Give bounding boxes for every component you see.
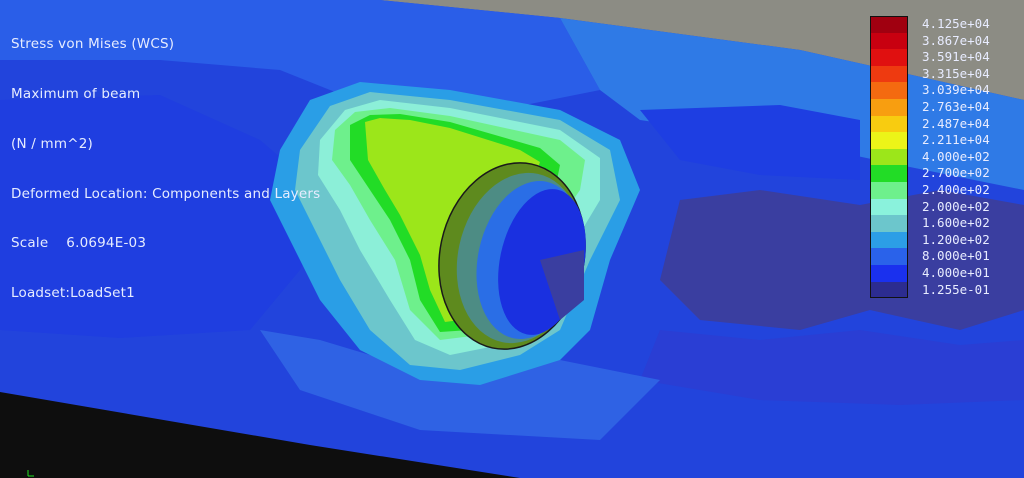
- result-units: (N / mm^2): [11, 135, 93, 152]
- legend-label: 2.400e+02: [922, 182, 990, 197]
- legend-swatch: [870, 132, 908, 149]
- legend-label: 8.000e+01: [922, 248, 990, 264]
- result-title: Stress von Mises (WCS): [11, 36, 175, 53]
- result-loadset: Loadset:LoadSet1: [11, 285, 135, 302]
- legend-swatch: [870, 32, 908, 50]
- legend-label: 2.700e+02: [922, 165, 990, 181]
- legend-label: 2.487e+04: [922, 115, 990, 131]
- legend-label: 2.000e+02: [922, 198, 990, 214]
- result-info-panel: Stress von Mises (WCS) Maximum of beam (…: [11, 3, 320, 335]
- legend-swatch: [870, 231, 908, 249]
- result-location: Deformed Location: Components and Layers: [11, 185, 321, 202]
- legend-swatch: [870, 265, 908, 282]
- legend-swatch: [870, 148, 908, 166]
- legend-label: 2.211e+04: [922, 132, 990, 148]
- legend-swatch: [870, 248, 908, 265]
- legend-label: 4.125e+04: [922, 16, 990, 31]
- legend-swatch: [870, 99, 908, 116]
- fem-result-viewport[interactable]: Stress von Mises (WCS) Maximum of beam (…: [0, 0, 1024, 478]
- result-scale: Scale 6.0694E-03: [11, 235, 147, 252]
- legend-swatch: [870, 65, 908, 83]
- legend-swatch: [870, 49, 908, 66]
- legend-label: 3.591e+04: [922, 49, 990, 65]
- color-legend: 4.125e+04 3.867e+04 3.591e+04 3.315e+04 3.03…: [870, 16, 1020, 299]
- legend-label: 4.000e+02: [922, 148, 990, 164]
- legend-swatch: [870, 215, 908, 232]
- legend-label: 3.867e+04: [922, 32, 990, 48]
- legend-swatch: [870, 16, 908, 33]
- legend-swatch: [870, 281, 908, 299]
- result-subtitle: Maximum of beam: [11, 85, 141, 102]
- legend-swatch: [870, 82, 908, 99]
- legend-label: 1.200e+02: [922, 231, 990, 247]
- legend-swatch: [870, 198, 908, 216]
- legend-swatch: [870, 165, 908, 182]
- legend-swatch: [870, 115, 908, 133]
- legend-label: 1.255e-01: [922, 281, 990, 297]
- legend-swatch: [870, 182, 908, 199]
- legend-label: 3.039e+04: [922, 82, 990, 98]
- axis-triad-icon: [27, 470, 34, 477]
- legend-label: 4.000e+01: [922, 265, 990, 280]
- legend-label: 2.763e+04: [922, 99, 990, 114]
- legend-label: 1.600e+02: [922, 215, 990, 231]
- legend-label: 3.315e+04: [922, 65, 990, 81]
